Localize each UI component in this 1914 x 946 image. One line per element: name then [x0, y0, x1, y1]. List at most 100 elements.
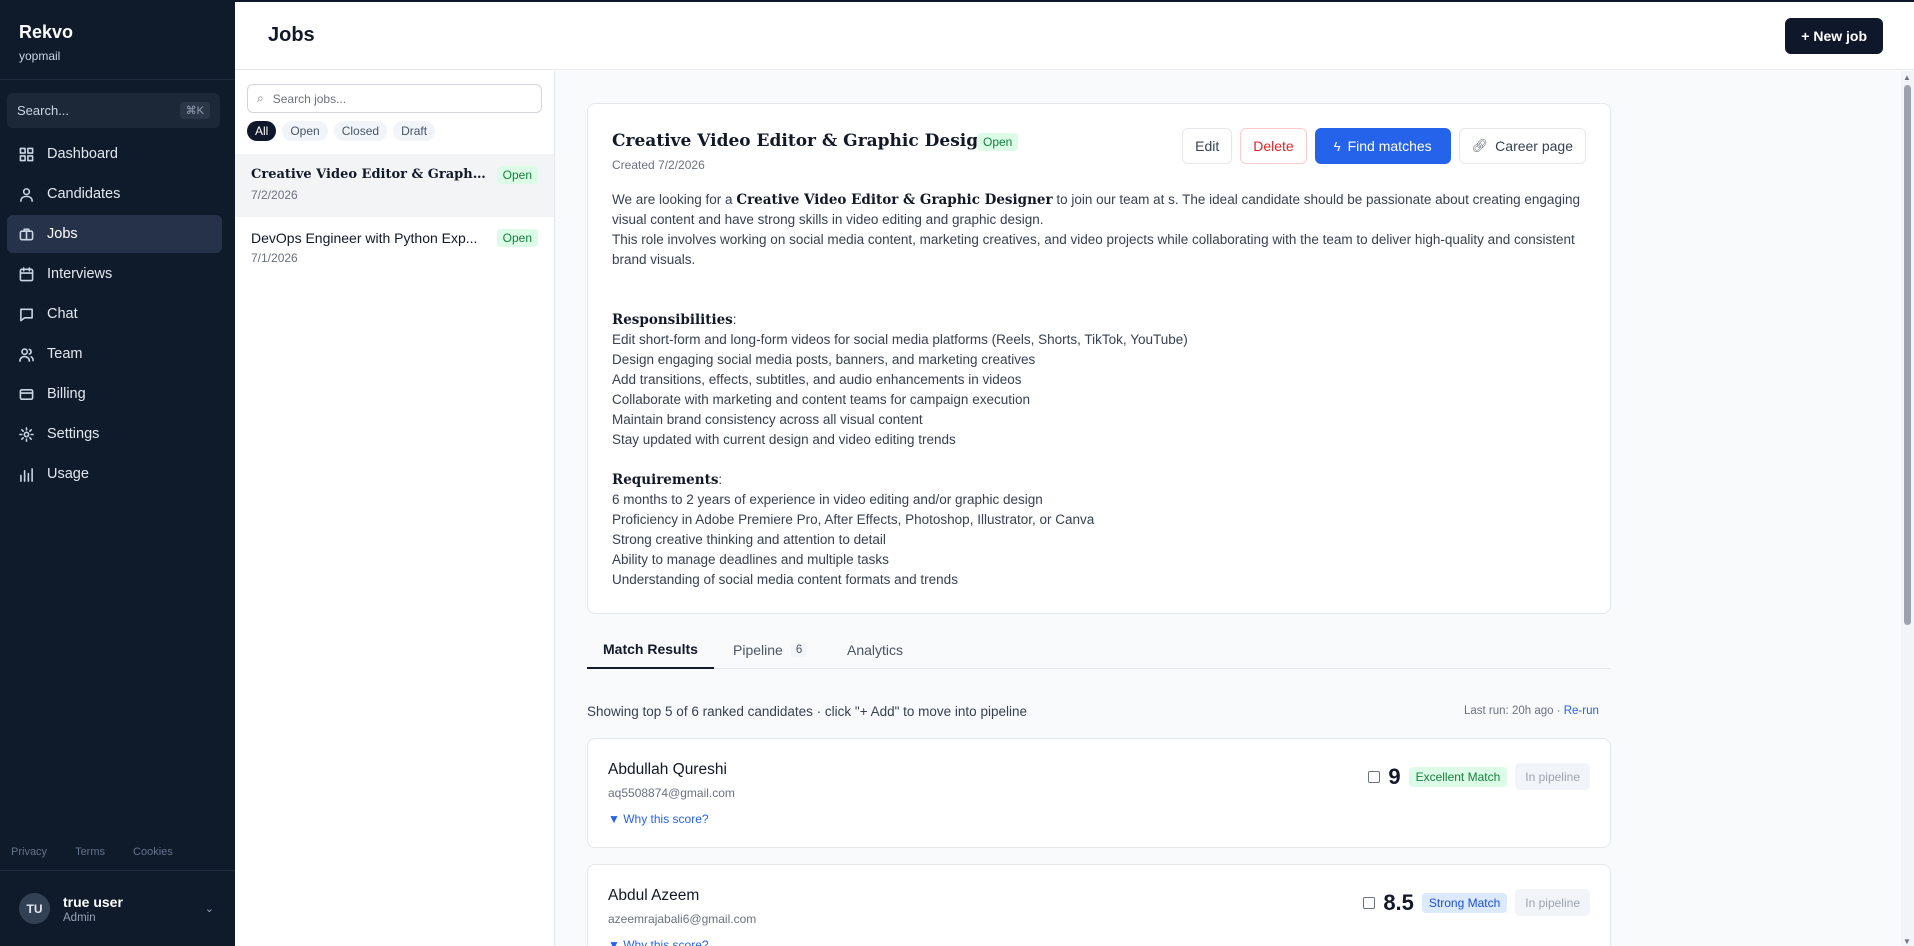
- candidate-name: Abdullah Qureshi: [608, 761, 727, 778]
- user-menu[interactable]: TU true user Admin ⌄: [19, 893, 214, 924]
- why-score-toggle[interactable]: ▼ Why this score?: [608, 812, 709, 826]
- description-intro-2: This role involves working on social med…: [612, 232, 1575, 267]
- responsibility-item: Maintain brand consistency across all vi…: [612, 412, 923, 427]
- credit-card-icon: [19, 387, 34, 402]
- calendar-icon: [19, 266, 34, 282]
- in-pipeline-button[interactable]: In pipeline: [1515, 889, 1590, 916]
- requirement-item: Strong creative thinking and attention t…: [612, 532, 886, 547]
- responsibilities-heading: Responsibilities:: [612, 312, 737, 328]
- find-matches-button[interactable]: ϟ Find matches: [1314, 128, 1451, 164]
- sidebar-nav: Dashboard Candidates Jobs Interviews Cha…: [7, 135, 222, 495]
- briefcase-icon: [19, 227, 34, 242]
- search-shortcut: ⌘K: [179, 102, 210, 119]
- job-title: Creative Video Editor & Graphic Designer: [612, 131, 1011, 151]
- filter-open[interactable]: Open: [282, 121, 328, 141]
- why-score-toggle[interactable]: ▼ Why this score?: [608, 938, 709, 946]
- job-search-input[interactable]: ⌕ Search jobs...: [247, 84, 542, 113]
- sidebar-item-usage[interactable]: Usage: [7, 455, 222, 493]
- job-actions: Edit Delete ϟ Find matches 🔗︎ Career pag…: [1182, 128, 1586, 164]
- brand-name: Rekvo: [19, 22, 74, 42]
- sidebar-search[interactable]: Search... ⌘K: [7, 93, 220, 128]
- sidebar-item-label: Interviews: [47, 266, 113, 282]
- match-score: 8.5: [1383, 889, 1414, 915]
- intro-text: We are looking for a: [612, 192, 737, 207]
- lightning-icon: ϟ: [1333, 138, 1341, 154]
- status-badge: Open: [977, 133, 1019, 151]
- sidebar-item-interviews[interactable]: Interviews: [7, 255, 222, 293]
- job-list-item[interactable]: DevOps Engineer with Python Exp... 7/1/2…: [235, 217, 554, 280]
- in-pipeline-button[interactable]: In pipeline: [1515, 763, 1590, 790]
- candidate-card: Abdullah Qureshi aq5508874@gmail.com ▼ W…: [587, 738, 1611, 848]
- job-list-date: 7/2/2026: [251, 188, 298, 202]
- requirement-item: 6 months to 2 years of experience in vid…: [612, 492, 1043, 507]
- responsibilities-title: Responsibilities: [612, 312, 733, 328]
- sidebar-divider: [0, 79, 235, 80]
- bar-chart-icon: [19, 467, 34, 482]
- requirement-item: Ability to manage deadlines and multiple…: [612, 552, 889, 567]
- sidebar-item-label: Usage: [47, 466, 89, 482]
- job-list-item[interactable]: Creative Video Editor & Graphic D... 7/2…: [235, 154, 554, 217]
- sidebar-item-label: Jobs: [47, 226, 78, 242]
- dashboard-icon: [19, 147, 34, 162]
- tab-analytics[interactable]: Analytics: [847, 631, 903, 669]
- chat-icon: [19, 307, 34, 322]
- rerun-link[interactable]: Re-run: [1564, 705, 1599, 717]
- tab-match-results[interactable]: Match Results: [587, 631, 714, 669]
- match-score: 9: [1388, 763, 1401, 789]
- sidebar-item-label: Dashboard: [47, 146, 118, 162]
- new-job-button[interactable]: + New job: [1785, 18, 1883, 54]
- sidebar-item-candidates[interactable]: Candidates: [7, 175, 222, 213]
- created-date: Created 7/2/2026: [612, 158, 705, 172]
- job-description: We are looking for a Creative Video Edit…: [612, 190, 1592, 590]
- candidate-card: Abdul Azeem azeemrajabali6@gmail.com ▼ W…: [587, 864, 1611, 946]
- find-matches-label: Find matches: [1347, 138, 1432, 154]
- sidebar-item-chat[interactable]: Chat: [7, 295, 222, 333]
- sidebar-item-label: Settings: [47, 426, 100, 442]
- job-detail-card: Creative Video Editor & Graphic Designer…: [587, 103, 1611, 614]
- results-summary: Showing top 5 of 6 ranked candidates · c…: [587, 704, 1027, 719]
- edit-button[interactable]: Edit: [1182, 128, 1233, 164]
- user-role: Admin: [63, 911, 96, 924]
- career-page-label: Career page: [1495, 138, 1573, 154]
- chevron-down-icon: ⌄: [204, 903, 214, 915]
- candidate-email: azeemrajabali6@gmail.com: [608, 912, 757, 926]
- scroll-up-icon[interactable]: ▲: [1903, 73, 1911, 82]
- sidebar-item-jobs[interactable]: Jobs: [7, 215, 222, 253]
- scroll-down-icon[interactable]: ▼: [1903, 937, 1911, 946]
- candidate-select-checkbox[interactable]: [1368, 770, 1381, 783]
- scrollbar-thumb[interactable]: [1904, 85, 1911, 625]
- sidebar-item-dashboard[interactable]: Dashboard: [7, 135, 222, 173]
- requirements-heading: Requirements:: [612, 472, 723, 488]
- job-status-filters: All Open Closed Draft: [247, 121, 436, 141]
- tab-pipeline[interactable]: Pipeline 6: [733, 631, 808, 669]
- candidate-email: aq5508874@gmail.com: [608, 786, 735, 800]
- delete-button[interactable]: Delete: [1240, 128, 1307, 164]
- sidebar-item-settings[interactable]: Settings: [7, 415, 222, 453]
- sidebar-item-billing[interactable]: Billing: [7, 375, 222, 413]
- status-badge: Open: [496, 166, 538, 184]
- gear-icon: [19, 426, 34, 442]
- pipeline-count-badge: 6: [790, 643, 808, 657]
- requirement-item: Understanding of social media content fo…: [612, 572, 958, 587]
- sidebar-divider: [0, 870, 235, 871]
- last-run-info: Last run: 20h ago · Re-run: [1464, 705, 1599, 717]
- filter-closed[interactable]: Closed: [333, 121, 388, 141]
- filter-all[interactable]: All: [247, 121, 277, 141]
- main-scrollbar[interactable]: ▲ ▼: [1901, 71, 1914, 946]
- cookies-link[interactable]: Cookies: [133, 846, 173, 858]
- status-badge: Open: [496, 229, 538, 247]
- match-label-badge: Excellent Match: [1408, 766, 1508, 787]
- tab-pipeline-label: Pipeline: [733, 642, 783, 658]
- candidate-select-checkbox[interactable]: [1363, 896, 1376, 909]
- sidebar-item-label: Billing: [47, 386, 86, 402]
- sidebar-item-team[interactable]: Team: [7, 335, 222, 373]
- team-icon: [19, 347, 34, 362]
- career-page-button[interactable]: 🔗︎ Career page: [1458, 128, 1586, 164]
- filter-draft[interactable]: Draft: [393, 121, 436, 141]
- job-search-placeholder: Search jobs...: [272, 91, 347, 106]
- terms-link[interactable]: Terms: [75, 846, 105, 858]
- privacy-link[interactable]: Privacy: [11, 846, 47, 858]
- search-icon: ⌕: [257, 91, 264, 105]
- legal-links: Privacy Terms Cookies: [11, 846, 173, 858]
- match-label-badge: Strong Match: [1421, 892, 1508, 913]
